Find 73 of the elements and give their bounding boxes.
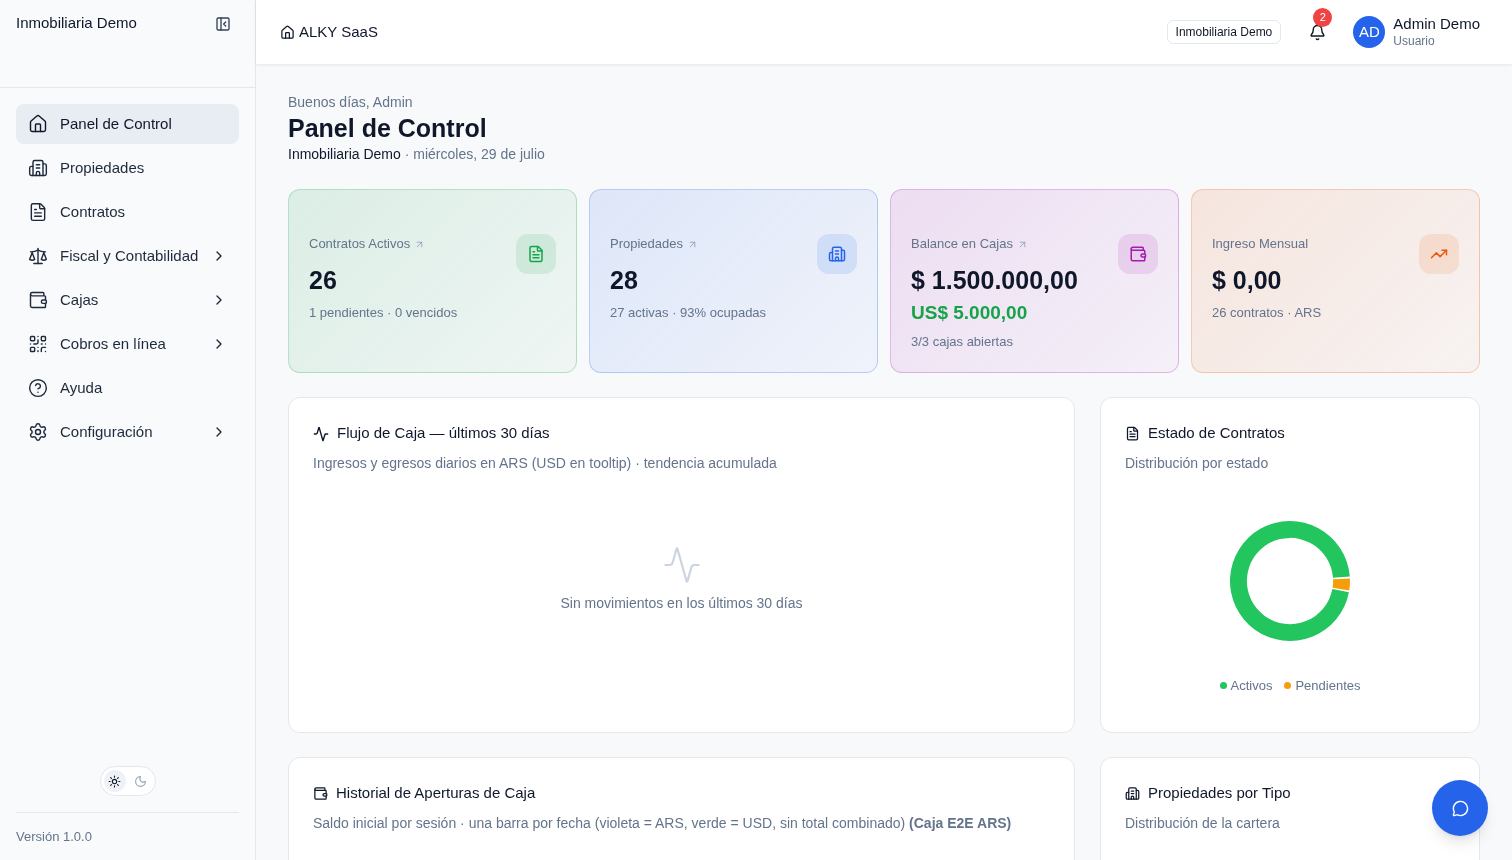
stat-card[interactable]: Propiedades 28 27 activas · 93% ocupadas <box>589 189 878 374</box>
stat-label: Propiedades <box>610 235 683 254</box>
stat-detail: 27 activas · 93% ocupadas <box>610 304 768 323</box>
nav-item[interactable]: Configuración <box>16 412 239 452</box>
wallet-icon <box>1118 234 1158 275</box>
sun-icon <box>108 774 121 788</box>
organization-badge: Inmobiliaria Demo <box>1166 20 1282 44</box>
card-subtitle: Distribución por estado <box>1125 453 1270 473</box>
stat-secondary-value: US$ 5.000,00 <box>911 301 1029 326</box>
card-title: Historial de Aperturas de Caja <box>336 783 536 804</box>
stat-label: Ingreso Mensual <box>1212 235 1309 254</box>
legend-label: Activos <box>1230 676 1273 695</box>
home-icon <box>280 24 295 40</box>
stat-detail: 3/3 cajas abiertas <box>911 332 1014 351</box>
nav-item[interactable]: Ayuda <box>16 368 239 408</box>
card-subtitle: Ingresos y egresos diarios en ARS (USD en tooltip) · tendencia acumulada <box>313 453 778 473</box>
stat-card[interactable]: Balance en Cajas $ 1.500.000,00 US$ 5.000,00 3/3 cajas abiertas <box>890 189 1179 374</box>
user-role: Usuario <box>1393 33 1436 49</box>
moon-icon <box>134 774 147 788</box>
nav-item[interactable]: Propiedades <box>16 148 239 188</box>
collapse-sidebar-icon <box>215 16 231 32</box>
greeting: Buenos días, Admin <box>288 93 414 112</box>
stat-detail: 26 contratos · ARS <box>1212 304 1323 323</box>
card-title: Propiedades por Tipo <box>1148 783 1291 804</box>
chat-icon <box>1451 799 1469 817</box>
document-icon <box>1125 426 1140 441</box>
stat-value: 26 <box>309 264 338 296</box>
user-name: Admin Demo <box>1393 15 1480 34</box>
version-label: Versión 1.0.0 <box>16 827 92 846</box>
nav-item[interactable]: Contratos <box>16 192 239 232</box>
stat-card[interactable]: Ingreso Mensual $ 0,00 26 contratos · ARS <box>1191 189 1480 374</box>
wallet-icon <box>28 290 48 310</box>
date-label: · miércoles, 29 de julio <box>404 146 545 163</box>
legend-label: Pendientes <box>1295 676 1361 695</box>
app-name: ALKY SaaS <box>299 21 378 42</box>
collapse-sidebar-button[interactable] <box>215 16 231 32</box>
building-icon <box>817 234 857 275</box>
activity-icon <box>313 425 329 442</box>
stat-value: $ 0,00 <box>1212 264 1283 296</box>
card-subtitle: Distribución de la cartera <box>1125 813 1281 833</box>
stat-value: $ 1.500.000,00 <box>911 264 1079 296</box>
activity-icon <box>661 544 702 585</box>
organization-name: Inmobiliaria Demo <box>288 146 401 163</box>
nav-item[interactable]: Fiscal y Contabilidad <box>16 236 239 276</box>
stat-label: Contratos Activos <box>309 235 411 254</box>
building-icon <box>1125 786 1140 801</box>
qr-code-icon <box>28 334 48 354</box>
organization-name: Inmobiliaria Demo <box>16 13 137 33</box>
bell-icon <box>1308 23 1326 41</box>
page-title: Panel de Control <box>288 113 488 144</box>
document-icon <box>28 202 48 222</box>
card-subtitle: Saldo inicial por sesión · una barra por fecha (violeta = ARS, verde = USD, sin total combinado) (Caja E2E ARS) <box>313 813 1013 833</box>
empty-state-message: Sin movimientos en los últimos 30 días <box>560 593 803 613</box>
building-icon <box>28 158 48 178</box>
card-title: Flujo de Caja — últimos 30 días <box>337 423 550 444</box>
stat-label: Balance en Cajas <box>911 235 1013 254</box>
document-icon <box>516 234 556 275</box>
scale-icon <box>28 246 48 266</box>
card-title: Estado de Contratos <box>1148 423 1285 444</box>
stat-value: 28 <box>610 264 639 296</box>
user-avatar[interactable]: AD <box>1353 16 1386 48</box>
nav-item[interactable]: Cajas <box>16 280 239 320</box>
stat-detail: 1 pendientes · 0 vencidos <box>309 304 459 323</box>
stat-card[interactable]: Contratos Activos 26 1 pendientes · 0 vencidos <box>288 189 577 374</box>
help-icon <box>28 378 48 398</box>
settings-icon <box>28 422 48 442</box>
trending-up-icon <box>1419 234 1459 275</box>
notification-count: 2 <box>1313 8 1333 27</box>
home-icon <box>28 114 48 134</box>
light-theme-button[interactable] <box>103 770 126 792</box>
nav-item[interactable]: Panel de Control <box>16 104 239 144</box>
nav-item[interactable]: Cobros en línea <box>16 324 239 364</box>
wallet-icon <box>313 786 328 801</box>
